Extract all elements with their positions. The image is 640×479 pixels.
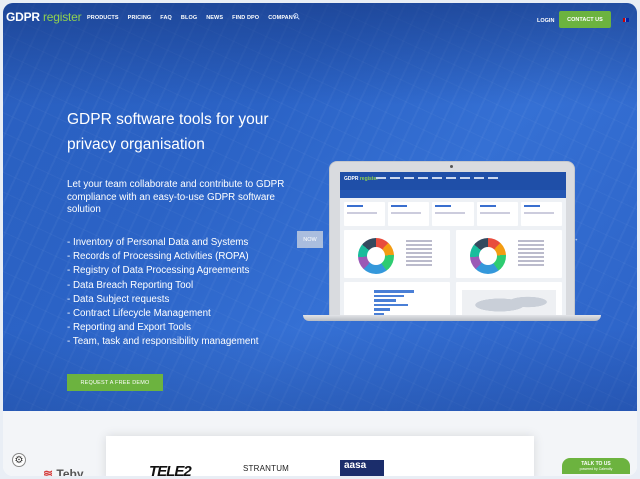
- world-map: [462, 290, 556, 318]
- hero-title-line-1: GDPR software tools for your: [67, 111, 269, 128]
- dashboard-menu: [376, 177, 498, 179]
- client-logo-teby: ≋ Teby: [43, 467, 84, 476]
- menu-item-news[interactable]: NEWS: [206, 15, 223, 21]
- stat-card: [432, 202, 474, 226]
- feature-item: - Data Subject requests: [67, 293, 170, 305]
- logo-main-text: GDPR: [6, 10, 40, 24]
- contact-us-button[interactable]: CONTACT US: [559, 11, 611, 28]
- talk-to-us-sub: powered by Calendly: [579, 467, 613, 471]
- logo[interactable]: GDPR register: [6, 10, 82, 24]
- feature-item: - Inventory of Personal Data and Systems: [67, 237, 249, 248]
- client-logo-tele2: TELE2: [149, 463, 192, 476]
- dashboard-screenshot: GDPR register: [340, 172, 566, 318]
- search-icon[interactable]: [293, 13, 300, 20]
- feature-item: - Contract Lifecycle Management: [67, 308, 211, 320]
- stat-card: [344, 202, 386, 226]
- dashboard-header: GDPR register: [340, 172, 566, 190]
- browser-frame: GDPR register PRODUCTS PRICING FAQ BLOG …: [3, 3, 637, 476]
- laptop-camera: [450, 165, 453, 168]
- chart-legend: [406, 240, 432, 268]
- laptop-base: [303, 315, 601, 321]
- hero-title: GDPR software tools for your privacy org…: [67, 107, 307, 157]
- feature-item: - Records of Processing Activities (ROPA…: [67, 251, 249, 263]
- now-badge[interactable]: NOW: [297, 231, 323, 248]
- dashboard-subbar: [340, 190, 566, 198]
- client-logo-strantum: STRANTUM: [243, 464, 290, 473]
- dashboard-stat-cards: [344, 202, 563, 226]
- feature-item: - Reporting and Export Tools: [67, 322, 191, 334]
- feature-item: - Team, task and responsibility manageme…: [67, 336, 259, 348]
- menu-item-find-dpo[interactable]: FIND DPO: [232, 15, 259, 21]
- main-menu: PRODUCTS PRICING FAQ BLOG NEWS FIND DPO …: [87, 15, 297, 21]
- hero-intro: Let your team collaborate and contribute…: [67, 179, 285, 215]
- laptop-mockup: GDPR register: [329, 161, 575, 318]
- menu-item-faq[interactable]: FAQ: [160, 15, 172, 21]
- menu-item-blog[interactable]: BLOG: [181, 15, 197, 21]
- client-logo-aasa: aasa: [340, 460, 384, 476]
- feature-item: - Registry of Data Processing Agreements: [67, 265, 250, 277]
- feature-list: - Inventory of Personal Data and Systems…: [67, 236, 307, 350]
- request-demo-button[interactable]: REQUEST A FREE DEMO: [67, 374, 163, 391]
- dashboard-logo: GDPR register: [344, 176, 379, 182]
- cookie-settings-icon[interactable]: ⚙: [12, 453, 26, 467]
- teby-logo-icon: ≋: [43, 467, 54, 476]
- menu-item-products[interactable]: PRODUCTS: [87, 15, 119, 21]
- clients-section: [3, 411, 637, 476]
- stat-card: [388, 202, 430, 226]
- bar-chart: [374, 290, 414, 317]
- donut-chart: [470, 238, 506, 274]
- donut-chart: [358, 238, 394, 274]
- donut-chart-panel: [456, 230, 562, 278]
- top-navigation: GDPR register PRODUCTS PRICING FAQ BLOG …: [3, 3, 637, 33]
- menu-item-pricing[interactable]: PRICING: [128, 15, 152, 21]
- login-link[interactable]: LOGIN: [537, 18, 554, 24]
- logo-accent-text: register: [43, 10, 82, 24]
- stat-card: [520, 202, 563, 226]
- chart-legend: [518, 240, 544, 268]
- uk-flag-icon[interactable]: [623, 18, 629, 22]
- hero-title-line-2: privacy organisation: [67, 136, 205, 153]
- stat-card: [476, 202, 518, 226]
- donut-chart-panel: [344, 230, 450, 278]
- map-panel: [456, 282, 562, 318]
- talk-to-us-widget[interactable]: TALK TO US powered by Calendly: [562, 458, 630, 474]
- feature-item: - Data Breach Reporting Tool: [67, 279, 194, 291]
- client-name: Teby: [56, 467, 84, 476]
- bar-chart-panel: [344, 282, 450, 318]
